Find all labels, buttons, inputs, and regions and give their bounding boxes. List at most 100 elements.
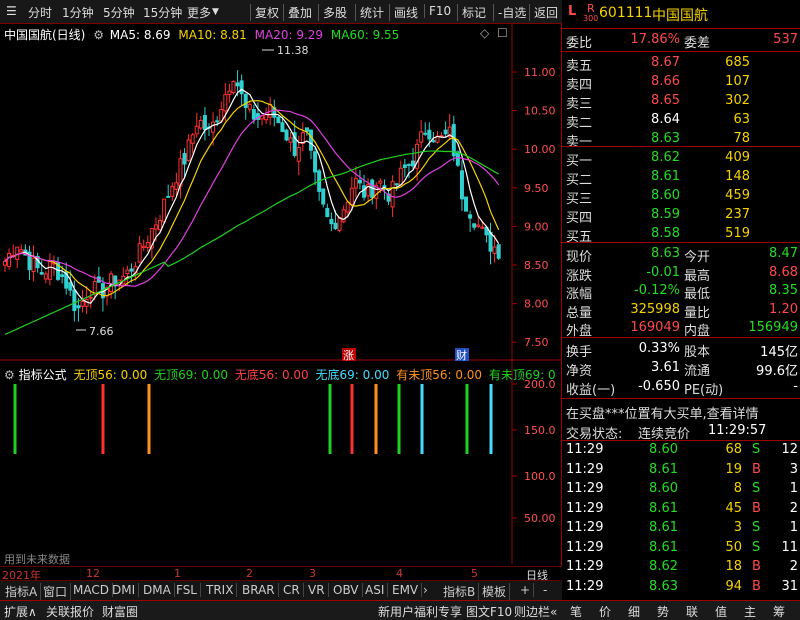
back-button[interactable]: 返回 — [529, 4, 558, 21]
buy-price: 8.58 — [651, 226, 680, 241]
candle-body — [15, 246, 20, 260]
menu-icon[interactable]: ☰ — [6, 4, 17, 18]
tab-fenshi[interactable]: 分时 — [28, 4, 52, 21]
tab-dmi[interactable]: DMI — [109, 583, 140, 597]
sidebar-toggle-button[interactable]: 则边栏« — [514, 603, 557, 620]
chevron-right-icon[interactable]: › — [420, 583, 431, 597]
candle-body — [325, 207, 330, 218]
tab-1min[interactable]: 1分钟 — [62, 4, 94, 21]
candle-body — [158, 220, 163, 231]
candle-body — [251, 109, 256, 120]
zoom-in-button[interactable]: + — [517, 583, 535, 597]
fund-value: 3.61 — [651, 360, 680, 375]
trade-row: 11:29 8.60 68 S 12 — [566, 442, 798, 457]
quote-value: -0.01 — [646, 264, 680, 280]
overlay-button[interactable]: 叠加 — [283, 4, 312, 21]
time-label-5: 5 — [471, 567, 478, 580]
chart-toolbar: ☰ 分时 1分钟 5分钟 15分钟 更多 ▼ 复权 叠加 多股 统计 画线 F1… — [0, 0, 562, 24]
candle-body — [341, 209, 346, 223]
new-user-welfare-link[interactable]: 新用户福利专享 — [378, 603, 462, 620]
buy-row: 买一 8.62 409 — [566, 150, 750, 169]
zoom-out-button[interactable]: - — [540, 583, 550, 597]
diamond-icon[interactable]: ◇ — [480, 26, 489, 40]
shi-icon[interactable]: 势 — [657, 603, 669, 620]
tab-brar[interactable]: BRAR — [239, 583, 279, 597]
multi-stock-button[interactable]: 多股 — [318, 4, 347, 21]
indicator-w56: 无顶56: 0.00 — [73, 368, 148, 382]
maximize-icon[interactable]: ☐ — [497, 26, 508, 40]
price-tick-label: 10.50 — [524, 105, 556, 118]
candle-body — [345, 201, 350, 213]
tab-vr[interactable]: VR — [305, 583, 329, 597]
candle-body — [431, 140, 436, 143]
indicator-tick-label: 50.00 — [524, 512, 556, 525]
tab-indicator-b[interactable]: 指标B — [440, 583, 480, 600]
indicator-wd69: 无底69: 0.00 — [315, 368, 390, 382]
fuquan-button[interactable]: 复权 — [250, 4, 279, 21]
tab-5min[interactable]: 5分钟 — [103, 4, 135, 21]
candle-body — [125, 269, 130, 275]
f10-button[interactable]: F10 — [424, 4, 451, 18]
ma10-label: MA10: 8.81 — [178, 28, 247, 42]
zhu-icon[interactable]: 主 — [744, 603, 756, 620]
indicator-settings-icon[interactable]: ⚙ — [4, 368, 15, 382]
settings-circle-icon[interactable]: ⚙ — [93, 28, 104, 42]
wealth-circle-button[interactable]: 财富圈 — [102, 603, 138, 620]
indicator-tabs: 指标A 窗口 MACD DMI DMA FSL TRIX BRAR CR VR … — [0, 580, 562, 600]
price-tick-label: 7.50 — [524, 336, 549, 349]
tab-15min[interactable]: 15分钟 — [143, 4, 182, 21]
candle-body — [480, 226, 485, 229]
stats-button[interactable]: 统计 — [355, 4, 384, 21]
indicator-wd56: 无底56: 0.00 — [234, 368, 309, 382]
candle-body — [280, 122, 285, 133]
fund-row: 收益(一) -0.650 PE(动) - — [566, 379, 798, 398]
trade-row: 11:29 8.61 50 S 11 — [566, 539, 798, 555]
tab-cr[interactable]: CR — [280, 583, 304, 597]
tab-obv[interactable]: OBV — [330, 583, 363, 597]
candle-body — [427, 129, 432, 140]
bi-icon[interactable]: 笔 — [570, 603, 582, 620]
high-price-label: 11.38 — [277, 44, 309, 57]
expand-button[interactable]: 扩展∧ — [4, 603, 37, 620]
tab-dma[interactable]: DMA — [140, 583, 175, 597]
add-favorite-button[interactable]: -自选 — [493, 4, 526, 21]
fund-value: 0.33% — [638, 341, 680, 356]
f10-graphic-button[interactable]: 图文F10 — [466, 603, 512, 620]
lian-icon[interactable]: 联 — [686, 603, 698, 620]
tab-more[interactable]: 更多 — [187, 4, 211, 21]
chevron-down-icon[interactable]: ▼ — [212, 7, 219, 17]
tab-template[interactable]: 模板 — [479, 583, 511, 600]
candle-body — [80, 300, 85, 307]
quote-value: 156949 — [748, 320, 798, 335]
buy-price: 8.59 — [651, 207, 680, 222]
candle-body — [190, 134, 195, 144]
chart-area[interactable]: 11.00 10.50 10.00 9.50 9.00 8.50 8.00 7.50 11.38… — [0, 24, 562, 580]
tab-asi[interactable]: ASI — [362, 583, 389, 597]
xi-icon[interactable]: 细 — [628, 603, 640, 620]
kline-chart[interactable]: 11.00 10.50 10.00 9.50 9.00 8.50 8.00 7.50 11.38… — [0, 24, 562, 580]
ma10-line — [4, 100, 500, 297]
tab-window[interactable]: 窗口 — [40, 583, 72, 600]
candle-body — [145, 242, 150, 248]
tab-macd[interactable]: MACD — [70, 583, 113, 597]
zhi-icon[interactable]: 值 — [715, 603, 727, 620]
jia-icon[interactable]: 价 — [599, 603, 611, 620]
quote-value: 169049 — [630, 320, 680, 335]
candle-body — [296, 147, 301, 162]
chart-title: 中国国航(日线) — [4, 28, 86, 42]
candle-body — [43, 273, 48, 280]
tab-trix[interactable]: TRIX — [203, 583, 238, 597]
buy-volume: 148 — [725, 169, 750, 184]
related-quote-button[interactable]: 关联报价 — [46, 603, 94, 620]
tab-indicator-a[interactable]: 指标A — [2, 583, 42, 600]
chou-icon[interactable]: 筹 — [773, 603, 785, 620]
prefix-l: L — [568, 4, 577, 19]
mark-button[interactable]: 标记 — [457, 4, 486, 21]
sell-price: 8.63 — [651, 131, 680, 146]
tab-fsl[interactable]: FSL — [173, 583, 201, 597]
tab-emv[interactable]: EMV — [389, 583, 423, 597]
draw-line-button[interactable]: 画线 — [389, 4, 418, 21]
big-order-notice[interactable]: 在买盘***位置有大买单,查看详情 — [566, 402, 800, 422]
candle-body — [337, 217, 342, 231]
sell-volume: 78 — [733, 131, 750, 146]
